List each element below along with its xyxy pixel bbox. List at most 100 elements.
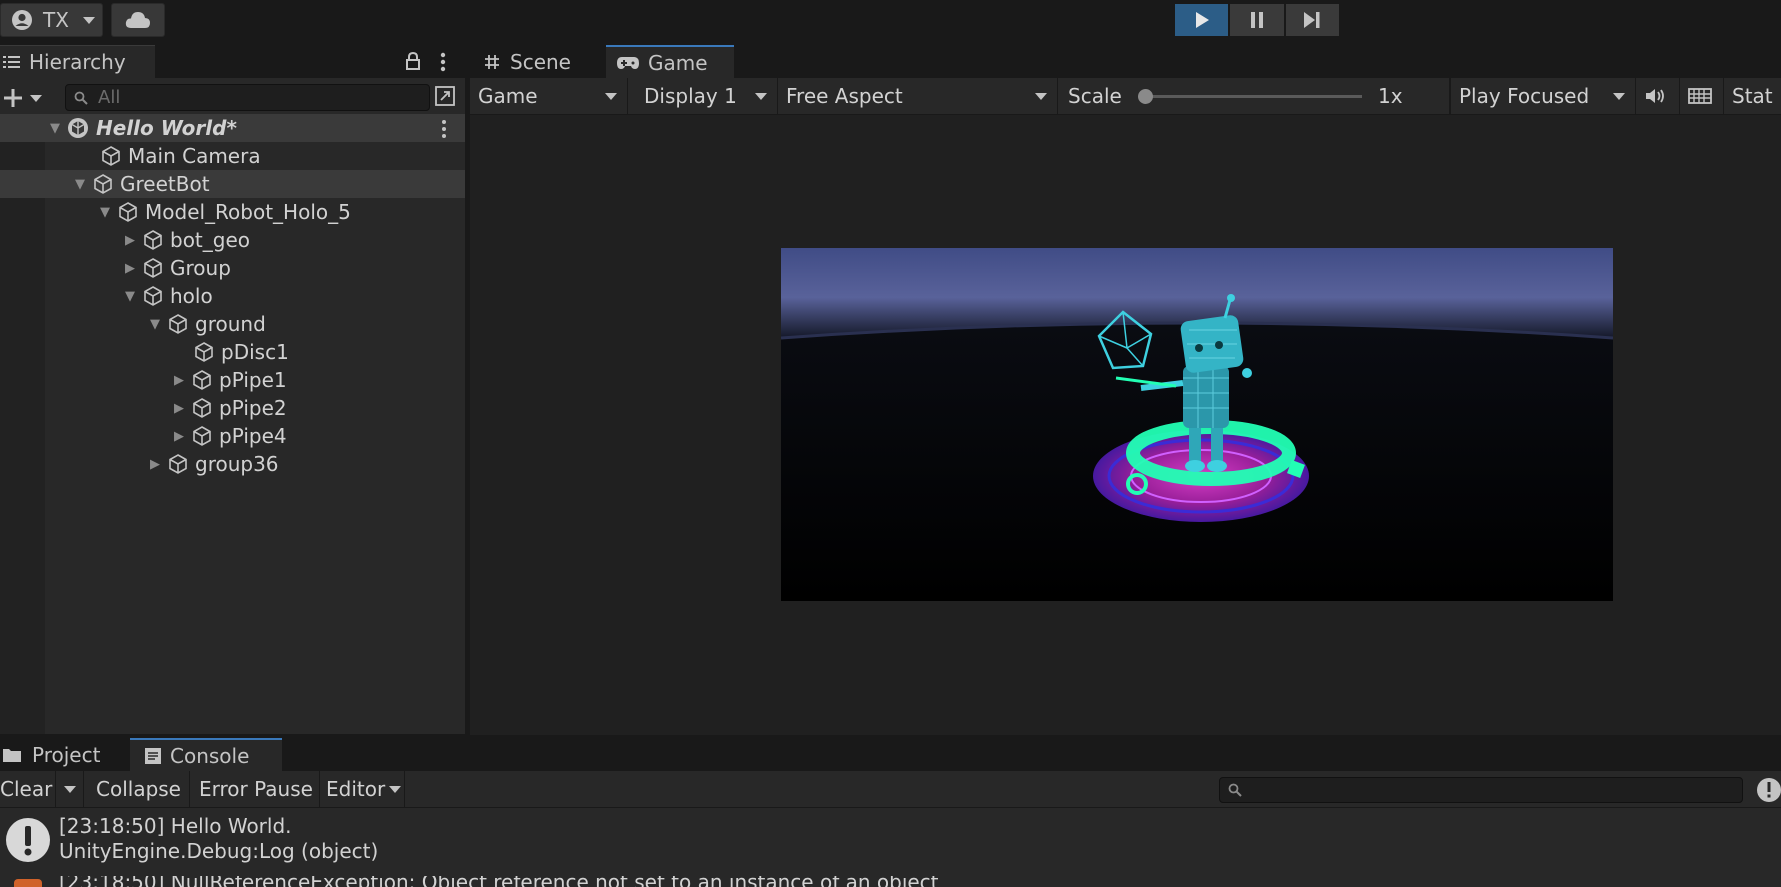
more-options-icon[interactable]	[440, 52, 446, 72]
main-toolbar	[0, 0, 1781, 40]
tab-console[interactable]: Console	[130, 738, 282, 771]
gameobject-icon	[167, 453, 189, 475]
plus-icon	[2, 87, 24, 109]
unity-scene-icon	[67, 117, 89, 139]
hierarchy-search-input[interactable]: All	[65, 84, 430, 111]
play-mode-dropdown[interactable]: Play Focused	[1450, 78, 1636, 114]
hierarchy-item-label: pPipe4	[219, 424, 287, 448]
display-dropdown[interactable]: Display 1	[628, 78, 778, 114]
view-mode-dropdown[interactable]: Game	[470, 78, 628, 114]
hierarchy-item-label: Model_Robot_Holo_5	[145, 200, 351, 224]
expand-arrow-icon[interactable]: ▶	[173, 401, 185, 416]
log-message: [23:18:50] Hello World.	[59, 814, 292, 838]
hierarchy-item[interactable]: ▶ pPipe2	[0, 394, 465, 422]
gameobject-icon	[193, 341, 215, 363]
info-filter-icon[interactable]	[1756, 777, 1781, 803]
hierarchy-item-label: ground	[195, 312, 266, 336]
clear-options-dropdown[interactable]	[56, 771, 84, 807]
view-mode-label: Game	[478, 84, 538, 108]
scene-more-icon[interactable]	[441, 119, 447, 139]
clear-button[interactable]: Clear	[0, 771, 56, 807]
scale-slider-thumb[interactable]	[1138, 89, 1153, 104]
hierarchy-item[interactable]: ▼ ground	[0, 310, 465, 338]
tab-scene-label: Scene	[510, 49, 571, 74]
expand-arrow-icon[interactable]: ▼	[74, 177, 86, 192]
expand-arrow-icon[interactable]: ▶	[124, 261, 136, 276]
tab-console-label: Console	[170, 743, 250, 768]
error-pause-toggle[interactable]: Error Pause	[190, 771, 320, 807]
stats-button[interactable]: Stat	[1724, 78, 1781, 114]
chevron-down-icon	[63, 785, 76, 793]
gameobject-icon	[92, 173, 114, 195]
expand-arrow-icon[interactable]: ▼	[149, 317, 161, 332]
expand-arrow-icon[interactable]: ▶	[124, 233, 136, 248]
account-dropdown[interactable]: TX	[0, 3, 103, 37]
chevron-down-icon	[1035, 93, 1047, 100]
console-search-input[interactable]	[1219, 777, 1743, 803]
scene-visibility-icon[interactable]	[434, 85, 456, 107]
search-placeholder: All	[98, 87, 121, 108]
console-icon	[144, 747, 162, 765]
collapse-toggle[interactable]: Collapse	[84, 771, 190, 807]
search-icon	[1228, 783, 1242, 797]
hierarchy-item-label: group36	[195, 452, 279, 476]
expand-arrow-icon[interactable]: ▼	[124, 289, 136, 304]
console-toolbar: Clear Collapse Error Pause Editor	[0, 771, 1781, 808]
hierarchy-item-label: GreetBot	[120, 172, 210, 196]
stats-label: Stat	[1732, 84, 1773, 108]
cloud-button[interactable]	[111, 3, 165, 37]
info-icon	[5, 817, 51, 863]
error-pause-label: Error Pause	[199, 777, 313, 801]
console-log-entry[interactable]: [23:18:50] Hello World. UnityEngine.Debu…	[0, 810, 1781, 870]
chevron-down-icon	[1613, 93, 1625, 100]
scene-row[interactable]: ▼ Hello World*	[0, 114, 465, 142]
account-label: TX	[43, 8, 69, 32]
expand-arrow-icon[interactable]: ▶	[173, 429, 185, 444]
mute-audio-button[interactable]	[1636, 78, 1680, 114]
hierarchy-item[interactable]: pDisc1	[0, 338, 465, 366]
keyboard-shortcuts-button[interactable]	[1680, 78, 1724, 114]
hierarchy-item[interactable]: ▼ Model_Robot_Holo_5	[0, 198, 465, 226]
tab-project-label: Project	[32, 742, 101, 767]
hierarchy-item-label: Main Camera	[128, 144, 261, 168]
console-log-entry[interactable]: [23:18:50] NullReferenceException: Objec…	[0, 876, 1781, 887]
expand-arrow-icon[interactable]: ▼	[99, 205, 111, 220]
tab-hierarchy[interactable]: Hierarchy	[0, 45, 155, 78]
expand-arrow-icon[interactable]: ▶	[173, 373, 185, 388]
hierarchy-item-label: bot_geo	[170, 228, 251, 252]
account-icon	[11, 9, 33, 31]
hierarchy-item[interactable]: ▶ Group	[0, 254, 465, 282]
tab-game[interactable]: Game	[606, 45, 734, 78]
tab-scene[interactable]: Scene	[470, 45, 606, 78]
create-button[interactable]	[0, 84, 48, 112]
expand-arrow-icon[interactable]: ▼	[49, 121, 61, 136]
pause-button[interactable]	[1230, 4, 1284, 36]
lock-icon[interactable]	[405, 52, 421, 70]
list-icon	[3, 54, 21, 70]
gameobject-icon	[191, 425, 213, 447]
step-button[interactable]	[1285, 4, 1339, 36]
hierarchy-item[interactable]: ▶ pPipe4	[0, 422, 465, 450]
game-viewport[interactable]	[781, 248, 1613, 601]
play-button[interactable]	[1175, 4, 1229, 36]
gameobject-icon	[100, 145, 122, 167]
expand-arrow-icon[interactable]: ▶	[149, 457, 161, 472]
scale-slider[interactable]	[1138, 89, 1362, 104]
hierarchy-item[interactable]: ▶ bot_geo	[0, 226, 465, 254]
play-icon	[1194, 11, 1210, 29]
editor-dropdown[interactable]: Editor	[320, 771, 405, 807]
gameobject-icon	[117, 201, 139, 223]
gamepad-icon	[616, 56, 640, 70]
aspect-dropdown[interactable]: Free Aspect	[778, 78, 1058, 114]
display-label: Display 1	[644, 84, 737, 108]
chevron-down-icon	[605, 93, 617, 100]
hierarchy-item[interactable]: ▶ pPipe1	[0, 366, 465, 394]
rendered-scene-image	[781, 248, 1613, 601]
hierarchy-item[interactable]: Main Camera	[0, 142, 465, 170]
hierarchy-item[interactable]: ▶ group36	[0, 450, 465, 478]
tab-hierarchy-label: Hierarchy	[29, 50, 126, 74]
keyboard-icon	[1688, 87, 1712, 105]
hierarchy-item[interactable]: ▼ GreetBot	[0, 170, 465, 198]
hierarchy-item[interactable]: ▼ holo	[0, 282, 465, 310]
tab-project[interactable]: Project	[0, 738, 130, 771]
